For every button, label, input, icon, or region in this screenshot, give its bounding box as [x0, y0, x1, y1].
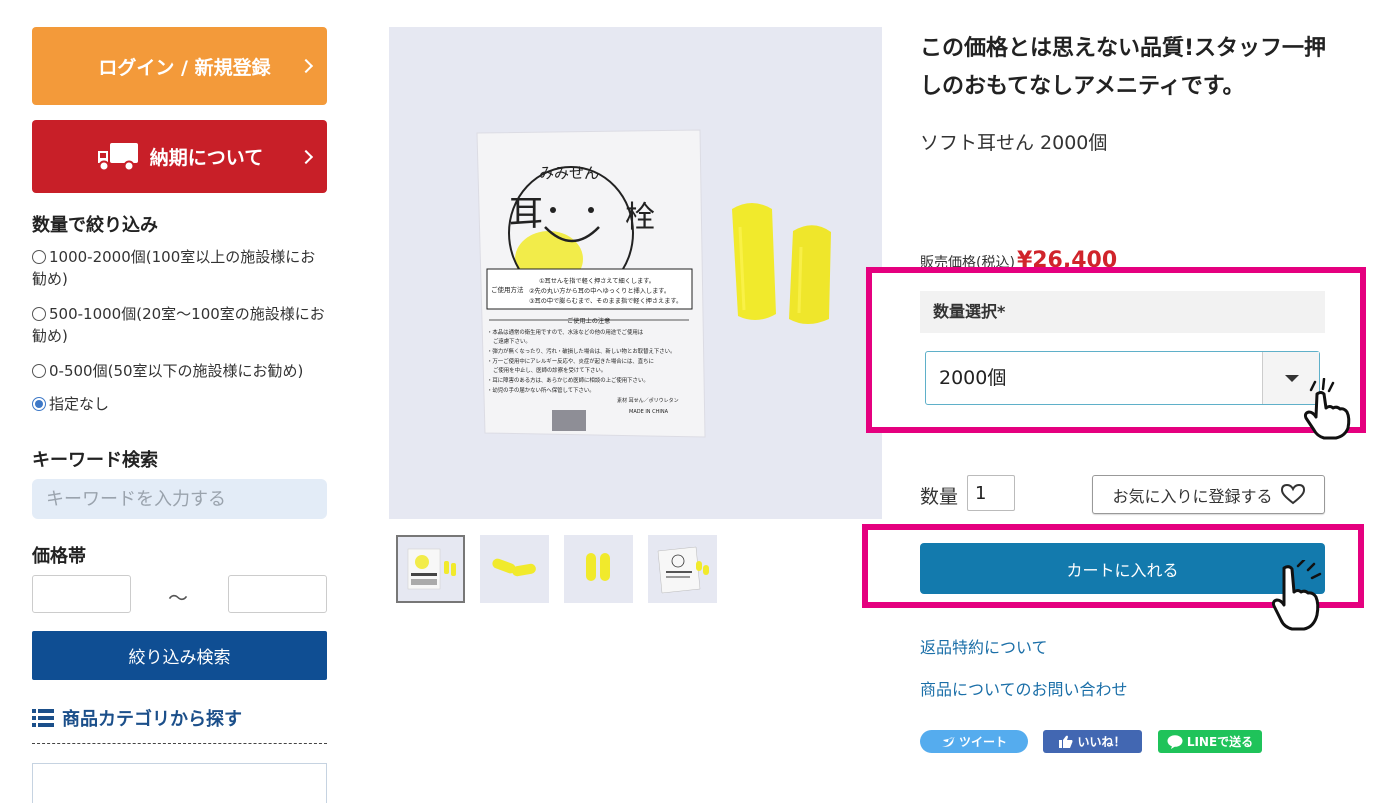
package-made-in: MADE IN CHINA [629, 409, 669, 415]
price-range-heading: 価格帯 [32, 546, 86, 567]
package-caution-line: ・幼児の手の届かない所へ保管して下さい。 [487, 386, 595, 394]
tweet-button[interactable]: ツイート [920, 730, 1028, 753]
package-usage-label: ご使用方法 [491, 285, 524, 294]
truck-icon [97, 142, 138, 171]
return-policy-link[interactable]: 返品特約について [920, 634, 1048, 658]
quantity-select-value: 2000個 [939, 367, 1007, 389]
thumbnail-image [480, 535, 549, 603]
quantity-select-dropdown[interactable]: 2000個 [925, 351, 1320, 405]
line-share-button[interactable]: LINEで送る [1158, 730, 1262, 753]
package-caution-line: ご遠慮下さい。 [493, 337, 531, 345]
package-usage-line: ②先の丸い方から耳の中へゆっくりと挿入します。 [529, 287, 670, 295]
twitter-bird-icon [941, 736, 955, 747]
price-min-input[interactable] [32, 575, 131, 613]
package-kana: みみせん [539, 164, 599, 182]
thumbnail-3[interactable] [564, 535, 633, 603]
category-list [32, 763, 327, 803]
chevron-right-icon [298, 149, 314, 164]
package-material: 素材 耳せん／ポリウレタン [617, 397, 679, 404]
option-label: 500-1000個(20室〜100室の施設様にお勧め) [32, 305, 325, 345]
package-caution-line: ・本品は通常の衛生用ですので、水泳などの他の用途でご使用は [487, 328, 644, 336]
package-caution-line: ご使用を中止し、医師の診察を受けて下さい。 [493, 366, 606, 374]
thumbnail-2[interactable] [480, 535, 549, 603]
quantity-input[interactable] [967, 475, 1015, 511]
thumbnail-image [648, 535, 717, 603]
quantity-option-none[interactable]: 指定なし [32, 393, 327, 415]
login-register-button[interactable]: ログイン / 新規登録 [32, 27, 327, 105]
category-heading[interactable]: 商品カテゴリから探す [32, 705, 242, 731]
tweet-label: ツイート [958, 735, 1007, 749]
quantity-label: 数量 [920, 486, 959, 508]
thumbs-up-icon [1059, 735, 1073, 748]
line-label: LINEで送る [1186, 735, 1254, 749]
radio-button[interactable] [32, 364, 46, 378]
heart-icon [1280, 484, 1305, 505]
quantity-option-0-500[interactable]: 0-500個(50室以下の施設様にお勧め) [32, 360, 327, 382]
add-to-favorites-button[interactable]: お気に入りに登録する [1092, 475, 1325, 514]
price-range-separator: 〜 [168, 586, 188, 610]
thumbnail-4[interactable] [648, 535, 717, 603]
quantity-option-1000-2000[interactable]: 1000-2000個(100室以上の施設様にお勧め) [32, 246, 327, 290]
thumbnail-1[interactable] [396, 535, 465, 603]
product-inquiry-link[interactable]: 商品についてのお問い合わせ [920, 676, 1128, 700]
product-name: ソフト耳せん 2000個 [920, 132, 1108, 154]
price-max-input[interactable] [228, 575, 327, 613]
radio-button[interactable] [32, 250, 46, 264]
delivery-info-label: 納期について [149, 147, 264, 169]
quantity-option-500-1000[interactable]: 500-1000個(20室〜100室の施設様にお勧め) [32, 303, 327, 347]
hand-pointer-icon [1303, 378, 1351, 440]
package-caution-line: ・耳に障害のある方は、あらかじめ医師に相談の上ご使用下さい。 [487, 376, 649, 384]
package-caution-line: ・弾力が無くなったり、汚れ・破損した場合は、新しい物とお取替え下さい。 [487, 347, 675, 355]
package-caution-line: ・万一ご使用中にアレルギー反応や、炎症が起きた場合には、直ちに [487, 357, 654, 365]
package-caution-title: ご使用上の注意 [567, 317, 610, 325]
like-label: いいね！ [1077, 735, 1126, 749]
option-label: 0-500個(50室以下の施設様にお勧め) [49, 362, 304, 380]
keyword-search-input[interactable] [32, 479, 327, 519]
option-label: 1000-2000個(100室以上の施設様にお勧め) [32, 248, 316, 288]
chevron-right-icon [298, 58, 314, 74]
quantity-filter-heading: 数量で絞り込み [32, 215, 158, 236]
hand-pointer-icon [1271, 560, 1322, 631]
delivery-info-button[interactable]: 納期について [32, 120, 327, 193]
list-icon [32, 709, 54, 727]
add-to-cart-button[interactable]: カートに入れる [920, 543, 1325, 594]
product-headline: この価格とは思えない品質!スタッフ一押しのおもてなしアメニティです。 [920, 36, 1327, 99]
thumbnail-image [398, 537, 463, 601]
category-heading-label: 商品カテゴリから探す [62, 709, 242, 730]
package-char-right: 栓 [625, 200, 655, 235]
filter-search-button[interactable]: 絞り込み検索 [32, 631, 327, 680]
main-product-image[interactable]: みみせん 耳 栓 ご使用方法 ①耳せんを指で軽く押さえて細くします。 ②先の丸い… [389, 27, 882, 519]
package-usage-line: ③耳の中で膨らむまで、そのまま指で軽く押さえます。 [529, 297, 682, 305]
keyword-search-heading: キーワード検索 [32, 450, 158, 471]
package-usage-line: ①耳せんを指で軽く押さえて細くします。 [539, 277, 655, 285]
facebook-like-button[interactable]: いいね！ [1043, 730, 1142, 753]
divider [32, 743, 327, 744]
radio-button[interactable] [32, 307, 46, 321]
earplug-package-image: みみせん 耳 栓 ご使用方法 ①耳せんを指で軽く押さえて細くします。 ②先の丸い… [389, 27, 882, 519]
radio-button-checked[interactable] [32, 397, 46, 411]
line-chat-icon [1167, 734, 1183, 749]
option-label: 指定なし [49, 395, 110, 413]
package-char-left: 耳 [509, 194, 543, 234]
thumbnail-image [564, 535, 633, 603]
login-register-label: ログイン / 新規登録 [98, 56, 271, 79]
quantity-select-label: 数量選択* [920, 291, 1325, 333]
favorites-label: お気に入りに登録する [1112, 486, 1273, 506]
